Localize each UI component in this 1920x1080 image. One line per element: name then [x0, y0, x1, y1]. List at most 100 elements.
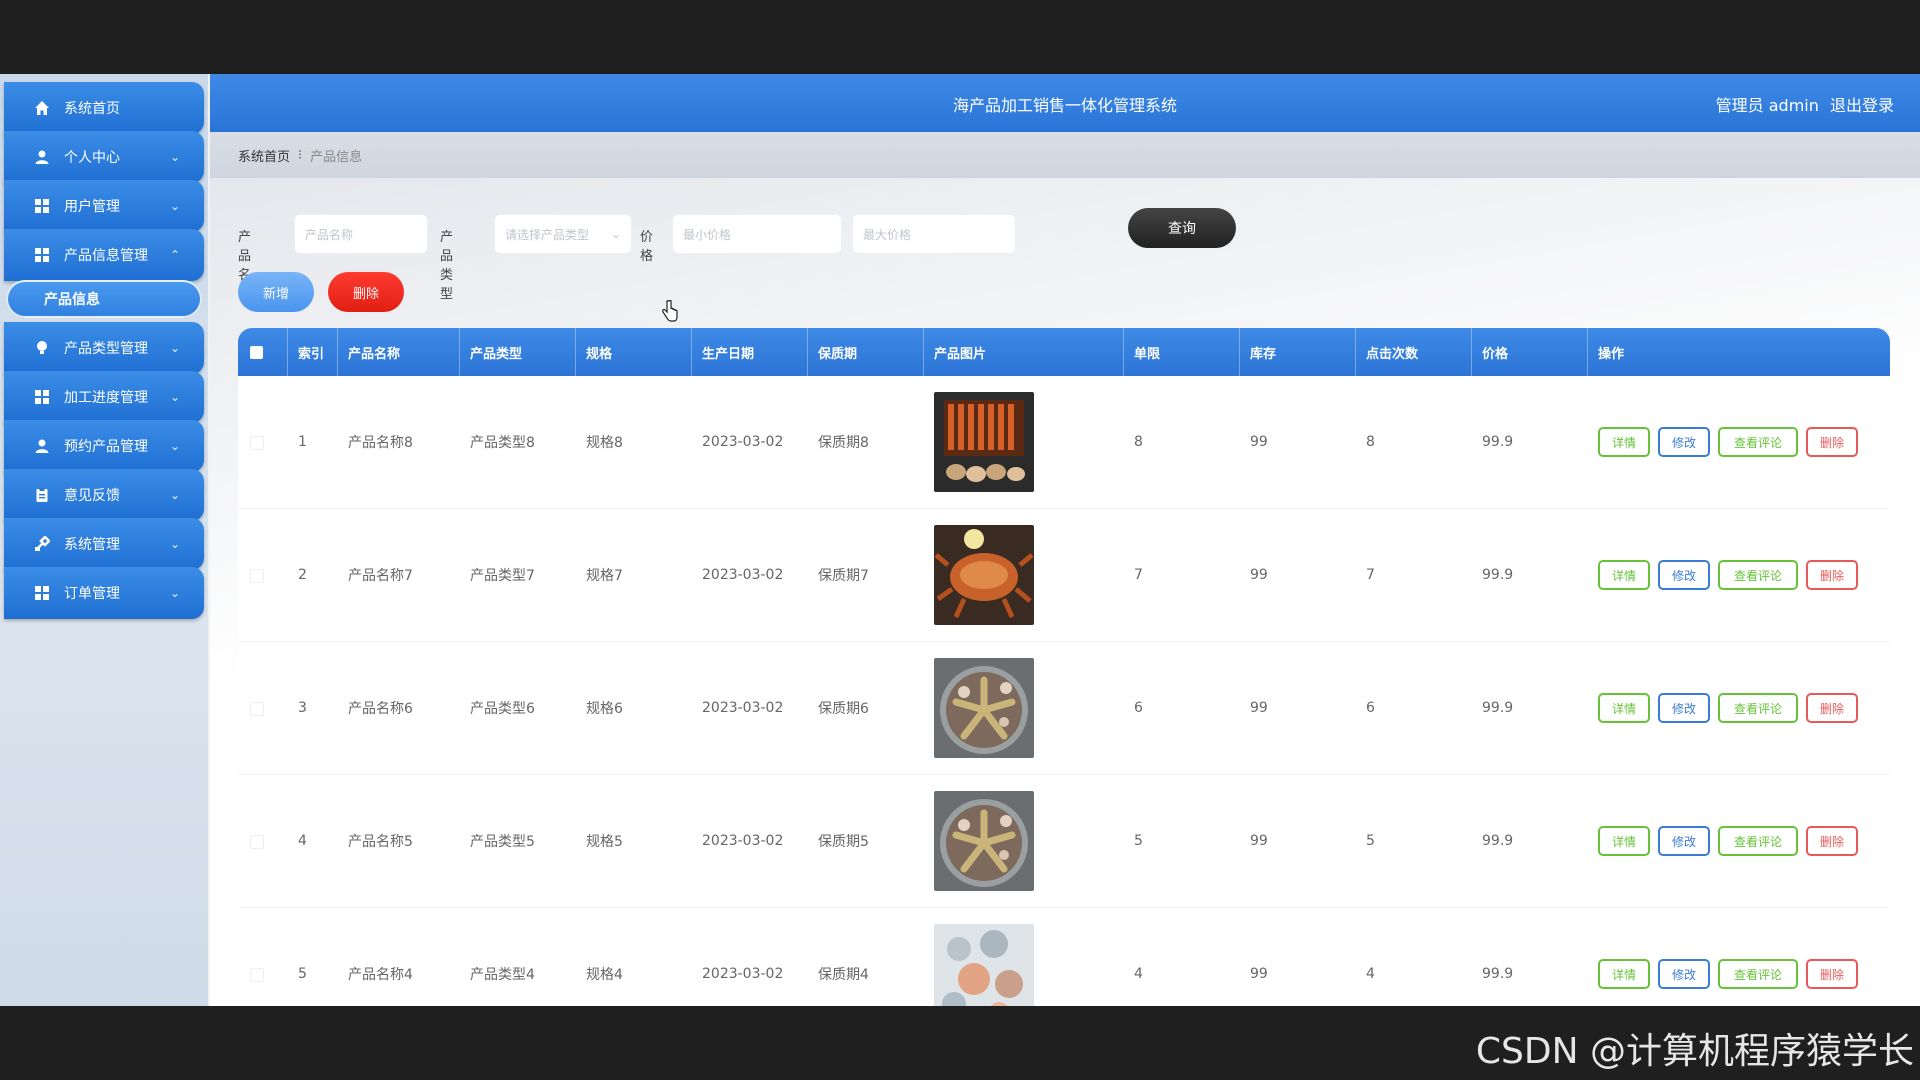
sidebar-item-8[interactable]: 系统管理 ⌄ [4, 518, 204, 570]
header-cell: 产品名称 [338, 328, 460, 376]
product-image-cell [924, 642, 1124, 774]
view-comments-button[interactable]: 查看评论 [1718, 959, 1798, 989]
sidebar-item-label: 加工进度管理 [64, 390, 148, 406]
cell-date: 2023-03-02 [702, 966, 784, 982]
row-actions: 详情 修改 查看评论 删除 [1598, 826, 1858, 856]
sidebar-item-1[interactable]: 个人中心 ⌄ [4, 131, 204, 183]
sidebar-item-0[interactable]: 系统首页 [4, 82, 204, 134]
app-window: 系统首页 个人中心 ⌄ 用户管理 ⌄ 产品信息管理 ⌃ 产品类型管理 ⌄ 加工进度管理 ⌄ 预约产品管… [0, 74, 1920, 1006]
max-price-input[interactable]: 最大价格 [852, 214, 1016, 254]
breadcrumb-home[interactable]: 系统首页 [238, 146, 290, 165]
product-type-select[interactable]: 请选择产品类型 ⌄ [494, 214, 632, 254]
product-table: 索引 产品名称 产品类型 规格 生产日期 保质期 产品图片 单限 库存 点击次数 价格 操作 1 产品名… [238, 328, 1890, 1006]
sidebar-item-6[interactable]: 预约产品管理 ⌄ [4, 420, 204, 472]
cell-type: 产品类型7 [470, 568, 535, 584]
product-type-label: 产品类型 [440, 230, 454, 302]
chevron-up-icon: ⌃ [169, 248, 181, 262]
cell-name: 产品名称4 [348, 967, 413, 983]
sidebar-item-label: 产品信息管理 [64, 248, 148, 264]
table-row: 1 产品名称8 产品类型8 规格8 2023-03-02 保质期8 8 99 8 99.9 详情 修改… [238, 376, 1890, 509]
product-name-placeholder: 产品名称 [305, 227, 354, 242]
header-cell: 价格 [1472, 328, 1588, 376]
batch-delete-button[interactable]: 删除 [328, 272, 404, 312]
logout-link[interactable]: 退出登录 [1830, 96, 1894, 115]
detail-button[interactable]: 详情 [1598, 427, 1650, 457]
edit-button[interactable]: 修改 [1658, 427, 1710, 457]
cell-name: 产品名称8 [348, 435, 413, 451]
sidebar-item-3[interactable]: 产品信息管理 ⌃ [4, 229, 204, 281]
chevron-down-icon: ⌄ [169, 537, 181, 551]
price-label: 价格 [640, 230, 654, 264]
cell-shelf: 保质期8 [818, 435, 869, 451]
cell-spec: 规格8 [586, 435, 623, 451]
cell-clicks: 7 [1366, 567, 1375, 583]
cell-limit: 7 [1134, 567, 1143, 583]
header-cell: 规格 [576, 328, 692, 376]
product-image [934, 525, 1034, 625]
row-checkbox[interactable] [250, 702, 264, 716]
product-image [934, 392, 1034, 492]
view-comments-button[interactable]: 查看评论 [1718, 560, 1798, 590]
cell-shelf: 保质期7 [818, 568, 869, 584]
sidebar-item-7[interactable]: 意见反馈 ⌄ [4, 469, 204, 521]
grid-icon [32, 196, 52, 216]
cell-limit: 8 [1134, 434, 1143, 450]
cell-shelf: 保质期4 [818, 967, 869, 983]
user-icon [32, 147, 52, 167]
view-comments-button[interactable]: 查看评论 [1718, 427, 1798, 457]
cell-date: 2023-03-02 [702, 434, 784, 450]
cell-index: 2 [298, 567, 307, 583]
delete-button[interactable]: 删除 [1806, 693, 1858, 723]
chevron-down-icon: ⌄ [169, 586, 181, 600]
cell-clicks: 4 [1366, 966, 1375, 982]
sidebar-item-5[interactable]: 加工进度管理 ⌄ [4, 371, 204, 423]
cell-date: 2023-03-02 [702, 567, 784, 583]
table-header: 索引 产品名称 产品类型 规格 生产日期 保质期 产品图片 单限 库存 点击次数 价格 操作 [238, 328, 1890, 376]
cell-price: 99.9 [1482, 833, 1514, 849]
row-checkbox[interactable] [250, 569, 264, 583]
product-image [934, 924, 1034, 1006]
cell-index: 4 [298, 833, 307, 849]
row-checkbox[interactable] [250, 436, 264, 450]
sidebar-item-label: 产品类型管理 [64, 341, 148, 357]
min-price-input[interactable]: 最小价格 [672, 214, 842, 254]
cell-shelf: 保质期6 [818, 701, 869, 717]
edit-button[interactable]: 修改 [1658, 560, 1710, 590]
delete-button[interactable]: 删除 [1806, 560, 1858, 590]
cell-clicks: 8 [1366, 434, 1375, 450]
view-comments-button[interactable]: 查看评论 [1718, 826, 1798, 856]
header-cell: 生产日期 [692, 328, 808, 376]
chevron-down-icon: ⌄ [169, 150, 181, 164]
delete-button[interactable]: 删除 [1806, 959, 1858, 989]
header-cell: 操作 [1598, 346, 1625, 362]
chevron-down-icon: ⌄ [169, 439, 181, 453]
hand-cursor-icon [662, 300, 678, 322]
detail-button[interactable]: 详情 [1598, 560, 1650, 590]
delete-button[interactable]: 删除 [1806, 826, 1858, 856]
product-name-input[interactable]: 产品名称 [294, 214, 428, 254]
chevron-down-icon: ⌄ [169, 199, 181, 213]
add-button[interactable]: 新增 [238, 272, 314, 312]
row-actions: 详情 修改 查看评论 删除 [1598, 693, 1858, 723]
view-comments-button[interactable]: 查看评论 [1718, 693, 1798, 723]
delete-button[interactable]: 删除 [1806, 427, 1858, 457]
edit-button[interactable]: 修改 [1658, 826, 1710, 856]
detail-button[interactable]: 详情 [1598, 959, 1650, 989]
ops-cell: 详情 修改 查看评论 删除 [1588, 376, 1890, 508]
detail-button[interactable]: 详情 [1598, 826, 1650, 856]
sidebar-item-2[interactable]: 用户管理 ⌄ [4, 180, 204, 232]
edit-button[interactable]: 修改 [1658, 959, 1710, 989]
sidebar-item-label: 意见反馈 [64, 488, 120, 504]
sidebar-item-4[interactable]: 产品类型管理 ⌄ [4, 322, 204, 374]
row-checkbox[interactable] [250, 835, 264, 849]
tools-icon [32, 534, 52, 554]
admin-label: 管理员 admin [1715, 96, 1819, 115]
sidebar-item-9[interactable]: 订单管理 ⌄ [4, 567, 204, 619]
row-checkbox[interactable] [250, 968, 264, 982]
edit-button[interactable]: 修改 [1658, 693, 1710, 723]
clipboard-icon [32, 485, 52, 505]
cell-index: 1 [298, 434, 307, 450]
detail-button[interactable]: 详情 [1598, 693, 1650, 723]
sidebar-subitem-product-info[interactable]: 产品信息 [6, 280, 202, 318]
query-button[interactable]: 查询 [1128, 208, 1236, 248]
